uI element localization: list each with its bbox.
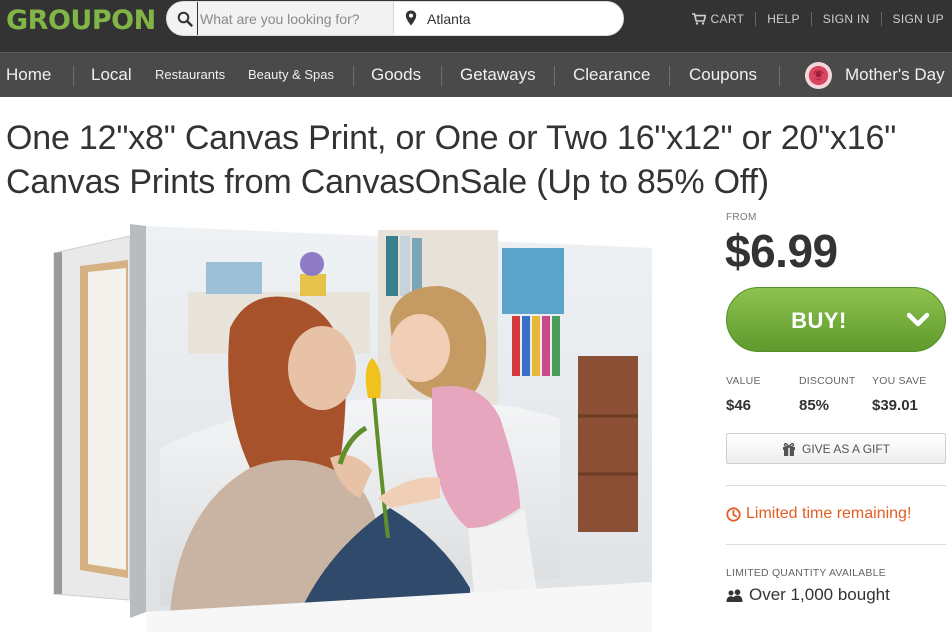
clock-icon — [726, 506, 741, 522]
groupon-logo[interactable]: GROUPON — [6, 5, 156, 36]
limited-time-notice: Limited time remaining! — [726, 505, 911, 523]
nav-divider — [353, 66, 354, 86]
nav-divider — [441, 66, 442, 86]
stat-discount: DISCOUNT 85% — [799, 375, 855, 414]
help-link[interactable]: HELP — [755, 12, 811, 26]
product-image[interactable] — [0, 208, 700, 632]
deal-title: One 12"x8" Canvas Print, or One or Two 1… — [6, 116, 906, 204]
nav-item-beauty-spas[interactable]: Beauty & Spas — [248, 53, 334, 98]
nav-item-clearance[interactable]: Clearance — [573, 53, 651, 98]
limited-time-text: Limited time remaining! — [746, 505, 912, 522]
account-links: CART HELP SIGN IN SIGN UP — [681, 12, 944, 26]
cart-label: CART — [710, 12, 745, 26]
divider — [726, 544, 946, 545]
stat-value: VALUE $46 — [726, 375, 761, 414]
nav-divider — [669, 66, 670, 86]
price-from-label: FROM — [726, 212, 757, 223]
rose-icon — [804, 61, 833, 90]
stat-save-label: YOU SAVE — [872, 375, 927, 387]
sign-in-link[interactable]: SIGN IN — [810, 12, 881, 26]
location-pin-icon — [405, 10, 417, 26]
nav-divider — [779, 66, 780, 86]
stat-save-amount: $39.01 — [872, 397, 918, 414]
stat-discount-label: DISCOUNT — [799, 375, 856, 387]
nav-divider — [73, 66, 74, 86]
buy-button-label: BUY! — [791, 308, 847, 333]
buy-button[interactable]: BUY! — [726, 287, 946, 352]
search-bar: Atlanta — [166, 1, 624, 36]
nav-item-home[interactable]: Home — [6, 53, 51, 98]
sign-up-link[interactable]: SIGN UP — [880, 12, 944, 26]
category-nav: Home Local Restaurants Beauty & Spas Goo… — [0, 52, 952, 97]
search-input[interactable] — [197, 2, 387, 35]
gift-icon — [782, 442, 795, 456]
stat-you-save: YOU SAVE $39.01 — [872, 375, 927, 414]
cart-icon — [691, 13, 706, 25]
nav-item-getaways[interactable]: Getaways — [460, 53, 536, 98]
divider — [726, 485, 946, 486]
nav-item-coupons[interactable]: Coupons — [689, 53, 757, 98]
deal-title-line-1: One 12"x8" Canvas Print, or One or Two 1… — [6, 119, 897, 157]
stat-discount-amount: 85% — [799, 397, 830, 414]
bought-text: Over 1,000 bought — [749, 585, 890, 604]
people-icon — [726, 588, 743, 602]
limited-quantity-label: LIMITED QUANTITY AVAILABLE — [726, 567, 886, 579]
bought-count: Over 1,000 bought — [726, 585, 890, 605]
nav-item-goods[interactable]: Goods — [371, 53, 421, 98]
stat-value-amount: $46 — [726, 397, 752, 414]
nav-divider — [554, 66, 555, 86]
location-input[interactable]: Atlanta — [427, 11, 471, 27]
stat-value-label: VALUE — [726, 375, 761, 387]
give-as-gift-label: GIVE AS A GIFT — [801, 441, 891, 456]
nav-item-mothers-day[interactable]: Mother's Day — [845, 53, 945, 98]
search-icon[interactable] — [177, 11, 193, 27]
chevron-down-icon[interactable] — [907, 312, 929, 328]
deal-price: $6.99 — [725, 225, 838, 277]
cart-link[interactable]: CART — [681, 12, 756, 26]
nav-item-local[interactable]: Local — [91, 53, 132, 98]
top-bar: GROUPON Atlanta CART HELP SIGN IN SIGN U… — [0, 0, 952, 52]
deal-title-line-2: Canvas Prints from CanvasOnSale (Up to 8… — [6, 163, 769, 201]
nav-item-restaurants[interactable]: Restaurants — [155, 53, 225, 98]
give-as-gift-button[interactable]: GIVE AS A GIFT — [726, 433, 946, 464]
